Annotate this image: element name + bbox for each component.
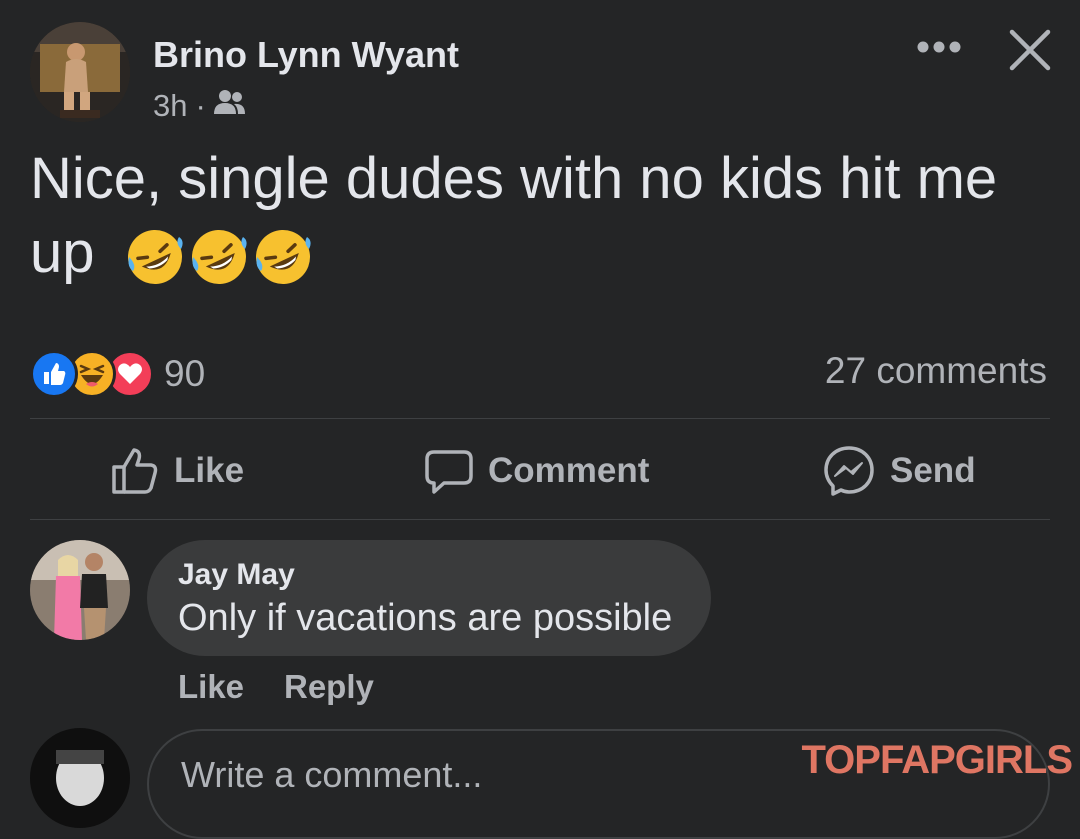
more-dots-icon xyxy=(917,41,961,53)
like-button[interactable]: Like xyxy=(110,440,244,502)
commenter-name[interactable]: Jay May xyxy=(178,558,295,592)
more-options-button[interactable] xyxy=(912,30,966,64)
emoji-group xyxy=(125,227,313,287)
commenter-avatar[interactable] xyxy=(30,540,130,640)
post-body: Nice, single dudes with no kids hit me u… xyxy=(30,142,1040,290)
comment-label: Comment xyxy=(488,451,650,490)
send-label: Send xyxy=(890,451,976,490)
post-meta: 3h · xyxy=(153,88,246,124)
comment-like-link[interactable]: Like xyxy=(178,668,244,706)
comment-text: Only if vacations are possible xyxy=(178,597,673,639)
rofl-emoji xyxy=(255,229,311,284)
like-label: Like xyxy=(174,451,245,490)
comments-count[interactable]: 27 comments xyxy=(825,350,1047,392)
divider xyxy=(30,519,1050,520)
messenger-icon xyxy=(824,446,874,496)
like-reaction-icon xyxy=(30,350,78,398)
close-icon xyxy=(1009,29,1051,71)
current-user-avatar xyxy=(30,728,130,828)
comment-button[interactable]: Comment xyxy=(424,440,649,502)
reaction-count: 90 xyxy=(164,353,206,394)
close-button[interactable] xyxy=(1002,22,1058,78)
reactions-summary[interactable]: 90 xyxy=(30,350,205,398)
divider xyxy=(30,418,1050,419)
watermark: TOPFAPGIRLS xyxy=(801,738,1073,782)
thumbs-up-icon xyxy=(112,448,158,494)
send-button[interactable]: Send xyxy=(822,440,976,502)
rofl-emoji xyxy=(127,229,183,284)
author-name[interactable]: Brino Lynn Wyant xyxy=(153,34,459,76)
comment-reply-link[interactable]: Reply xyxy=(284,668,374,706)
post-time[interactable]: 3h xyxy=(153,88,187,124)
comment-input[interactable] xyxy=(179,749,823,801)
author-avatar[interactable] xyxy=(30,22,130,122)
rofl-emoji xyxy=(191,229,247,284)
meta-separator: · xyxy=(195,88,206,123)
comment-bubble-icon xyxy=(425,450,473,494)
friends-icon xyxy=(213,88,246,124)
